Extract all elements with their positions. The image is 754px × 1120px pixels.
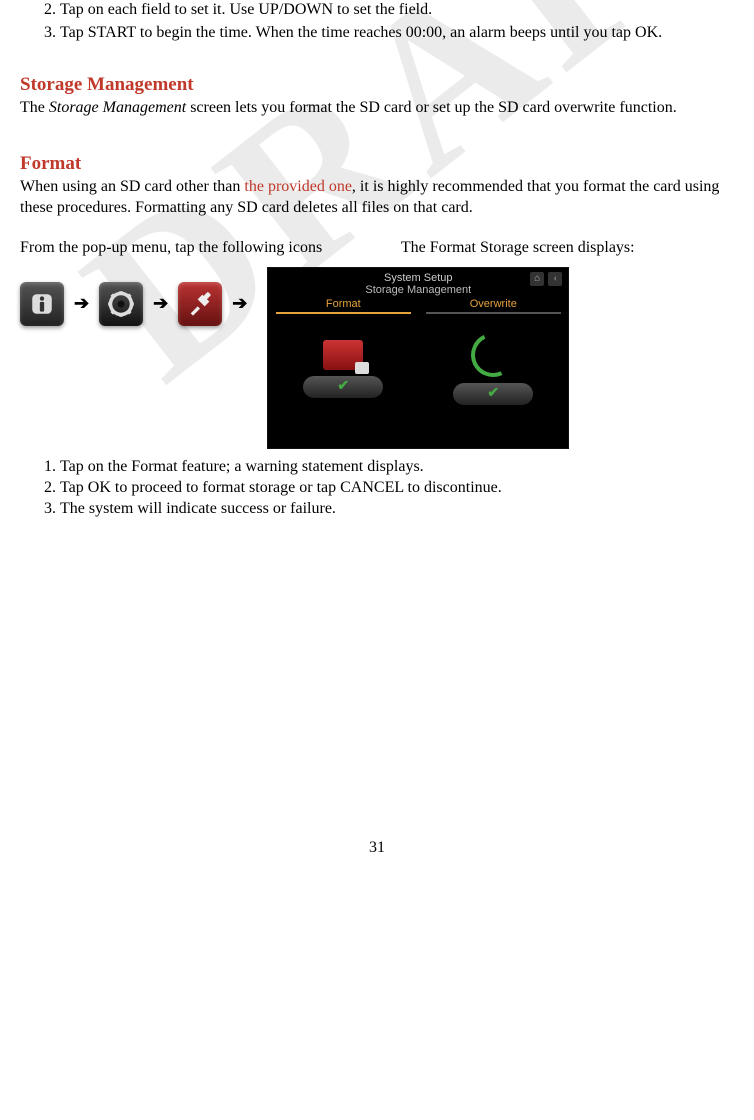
left-instruction: From the pop-up menu, tap the following … (20, 239, 401, 257)
format-panel: ✔ (268, 314, 418, 424)
storage-body: The Storage Management screen lets you f… (20, 98, 734, 119)
icon-and-screenshot-row: ➔ ➔ ➔ ⌂ ‹ System Setup Storage Managemen… (20, 267, 734, 449)
format-body: When using an SD card other than the pro… (20, 177, 734, 219)
overwrite-confirm-button: ✔ (453, 383, 533, 405)
list-item: Tap on each field to set it. Use UP/DOWN… (60, 0, 734, 21)
tab-format: Format (276, 298, 411, 314)
gear-icon (99, 282, 143, 326)
text-italic: Storage Management (49, 99, 186, 116)
right-instruction: The Format Storage screen displays: (401, 239, 734, 257)
screenshot-body: ✔ ✔ (268, 314, 568, 424)
list-item: Tap OK to proceed to format storage or t… (60, 478, 734, 499)
back-icon: ‹ (548, 272, 562, 286)
format-storage-screenshot: ⌂ ‹ System Setup Storage Management Form… (267, 267, 569, 449)
text-red: the provided one (244, 178, 352, 195)
screenshot-tabs: Format Overwrite (268, 298, 568, 314)
text: screen lets you format the SD card or se… (186, 99, 677, 116)
screenshot-title: System Setup (268, 268, 568, 284)
list-item: Tap on the Format feature; a warning sta… (60, 457, 734, 478)
tools-icon (178, 282, 222, 326)
page-number: 31 (20, 839, 734, 857)
text: When using an SD card other than (20, 178, 244, 195)
format-steps-list: Tap on the Format feature; a warning sta… (20, 457, 734, 519)
icon-sequence: ➔ ➔ ➔ (20, 282, 247, 326)
heading-storage-management: Storage Management (20, 74, 734, 96)
home-icon: ⌂ (530, 272, 544, 286)
info-icon (20, 282, 64, 326)
two-column-row: From the pop-up menu, tap the following … (20, 239, 734, 257)
initial-numbered-list: Tap on each field to set it. Use UP/DOWN… (20, 0, 734, 44)
eraser-icon (323, 340, 363, 370)
screenshot-top-icons: ⌂ ‹ (530, 272, 562, 286)
cycle-icon (465, 327, 521, 383)
overwrite-panel: ✔ (418, 314, 568, 424)
arrow-icon: ➔ (153, 293, 168, 314)
format-confirm-button: ✔ (303, 376, 383, 398)
list-item: The system will indicate success or fail… (60, 499, 734, 520)
tab-overwrite: Overwrite (426, 298, 561, 314)
text: The (20, 99, 49, 116)
list-item: Tap START to begin the time. When the ti… (60, 23, 734, 44)
page-content: Tap on each field to set it. Use UP/DOWN… (20, 0, 734, 857)
heading-format: Format (20, 153, 734, 175)
check-icon: ✔ (487, 385, 499, 402)
arrow-icon: ➔ (74, 293, 89, 314)
arrow-icon: ➔ (232, 293, 247, 314)
check-icon: ✔ (337, 378, 349, 395)
screenshot-subtitle: Storage Management (268, 284, 568, 296)
